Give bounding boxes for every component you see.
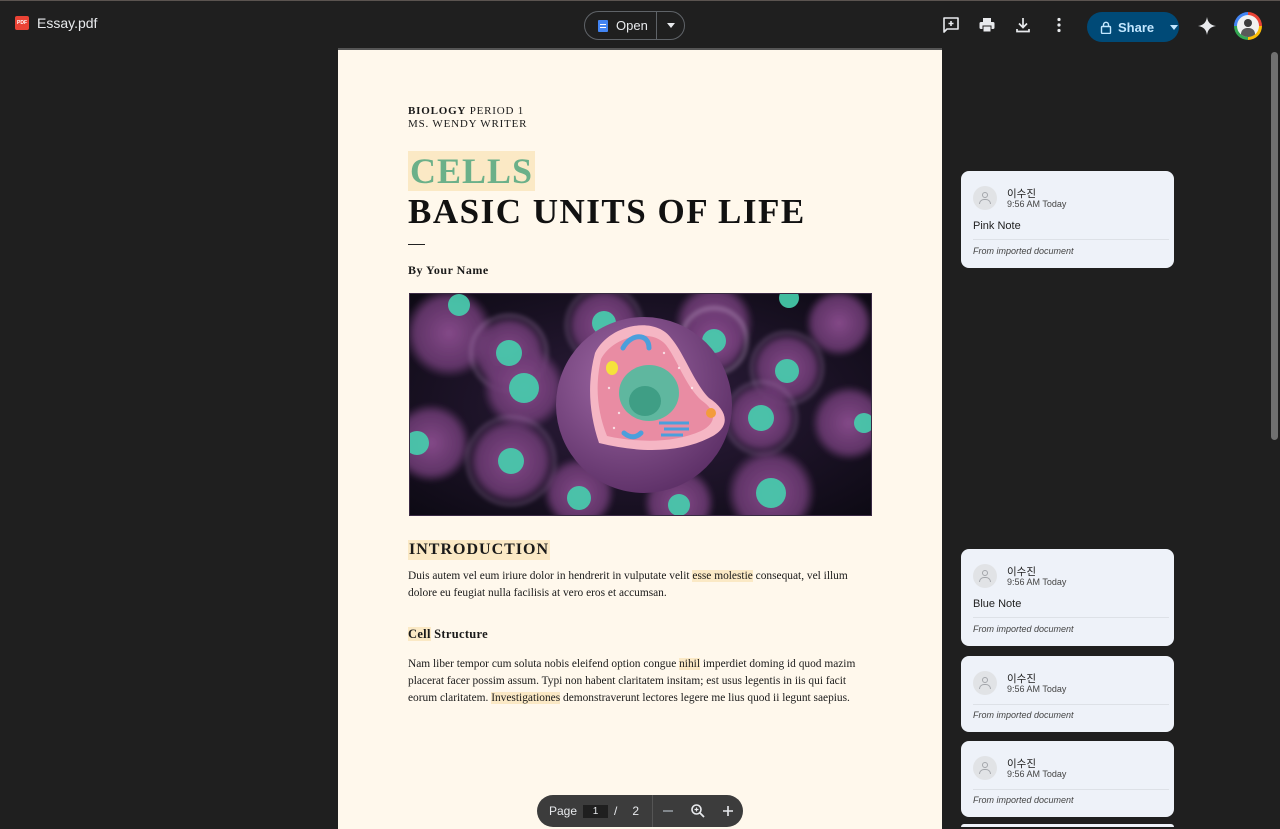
gemini-button[interactable] bbox=[1197, 16, 1217, 36]
comment-body: Pink Note bbox=[973, 220, 1021, 232]
comment-time: 9:56 AM Today bbox=[1007, 684, 1067, 694]
account-avatar[interactable] bbox=[1234, 12, 1262, 40]
comment-footer: From imported document bbox=[973, 710, 1074, 720]
comment-body: Blue Note bbox=[973, 598, 1022, 610]
zoom-icon bbox=[691, 804, 705, 818]
open-button[interactable]: Open bbox=[585, 12, 657, 39]
teacher-name: MS. WENDY WRITER bbox=[408, 118, 528, 130]
print-button[interactable] bbox=[977, 15, 997, 35]
download-icon bbox=[1016, 18, 1030, 33]
comment-card[interactable]: 이수진 9:56 AM Today Blue Note From importe… bbox=[961, 549, 1174, 646]
pdf-file-icon: PDF bbox=[15, 16, 29, 30]
vertical-scrollbar[interactable] bbox=[1271, 52, 1278, 440]
page-title: BASIC UNITS OF LIFE bbox=[408, 192, 806, 231]
highlight-nihil[interactable]: nihil bbox=[679, 658, 700, 670]
comment-divider bbox=[973, 789, 1169, 790]
pdf-page: BIOLOGY PERIOD 1 MS. WENDY WRITER CELLS … bbox=[338, 48, 942, 829]
comment-time: 9:56 AM Today bbox=[1007, 199, 1067, 209]
title-divider bbox=[408, 244, 425, 245]
lock-icon bbox=[1100, 21, 1112, 34]
person-icon bbox=[973, 671, 997, 695]
class-info: BIOLOGY PERIOD 1 MS. WENDY WRITER bbox=[408, 105, 527, 131]
page-total: 2 bbox=[632, 804, 640, 818]
file-name: Essay.pdf bbox=[37, 15, 98, 31]
highlight-esse-molestie[interactable]: esse molestie bbox=[692, 570, 753, 582]
comment-footer: From imported document bbox=[973, 624, 1074, 634]
print-icon bbox=[979, 18, 995, 33]
person-icon bbox=[973, 756, 997, 780]
byline: By Your Name bbox=[408, 263, 489, 277]
comment-footer: From imported document bbox=[973, 246, 1074, 256]
intro-text: Duis autem vel eum iriure dolor in hendr… bbox=[408, 570, 693, 582]
cell-illustration bbox=[409, 293, 872, 516]
gemini-sparkle-icon bbox=[1198, 17, 1216, 35]
cell-structure-paragraph: Nam liber tempor cum soluta nobis eleife… bbox=[408, 656, 873, 707]
page-label: Page bbox=[549, 804, 578, 818]
zoom-out-button[interactable] bbox=[653, 795, 683, 827]
introduction-heading: INTRODUCTION bbox=[408, 540, 551, 560]
share-button[interactable]: Share bbox=[1087, 12, 1179, 42]
google-docs-icon bbox=[598, 19, 608, 32]
share-label: Share bbox=[1118, 19, 1155, 35]
open-with-group: Open bbox=[584, 11, 685, 40]
comment-footer: From imported document bbox=[973, 795, 1074, 805]
comment-time: 9:56 AM Today bbox=[1007, 577, 1067, 587]
comment-divider bbox=[973, 239, 1169, 240]
body-text: demonstraverunt lectores legere me lius … bbox=[560, 692, 850, 704]
page-number-input[interactable]: 1 bbox=[583, 804, 609, 818]
highlight-cell[interactable]: Cell bbox=[408, 627, 431, 641]
zoom-in-button[interactable] bbox=[713, 795, 743, 827]
caret-down-icon bbox=[1169, 24, 1178, 30]
top-bar: PDF Essay.pdf Open Share bbox=[0, 0, 1280, 48]
period: PERIOD 1 bbox=[466, 105, 525, 117]
avatar-image bbox=[1237, 15, 1259, 37]
zoom-fit-button[interactable] bbox=[683, 795, 713, 827]
add-comment-button[interactable] bbox=[941, 15, 961, 35]
highlight-investigationes[interactable]: Investigationes bbox=[491, 692, 561, 704]
subject: BIOLOGY bbox=[408, 105, 467, 117]
comment-divider bbox=[973, 617, 1169, 618]
share-dropdown-button[interactable] bbox=[1168, 24, 1179, 30]
heading-text: Structure bbox=[430, 627, 489, 641]
intro-paragraph: Duis autem vel eum iriure dolor in hendr… bbox=[408, 568, 873, 602]
comment-divider bbox=[973, 704, 1169, 705]
page-controls: Page 1 / 2 bbox=[537, 795, 743, 827]
add-comment-icon bbox=[943, 17, 959, 33]
person-icon bbox=[973, 186, 997, 210]
share-main[interactable]: Share bbox=[1087, 20, 1168, 35]
person-icon bbox=[973, 564, 997, 588]
minus-icon bbox=[663, 810, 674, 812]
open-label: Open bbox=[616, 18, 648, 33]
comment-card[interactable]: 이수진 9:56 AM Today Pink Note From importe… bbox=[961, 171, 1174, 268]
open-with-dropdown-button[interactable] bbox=[657, 23, 684, 28]
more-vert-icon bbox=[1057, 17, 1061, 33]
cell-structure-heading: Cell Structure bbox=[408, 627, 488, 642]
body-text: Nam liber tempor cum soluta nobis eleife… bbox=[408, 658, 680, 670]
file-title: PDF Essay.pdf bbox=[15, 15, 97, 31]
page-separator: / bbox=[614, 804, 618, 818]
comment-card[interactable]: 이수진 9:56 AM Today From imported document bbox=[961, 741, 1174, 817]
comment-time: 9:56 AM Today bbox=[1007, 769, 1067, 779]
more-options-button[interactable] bbox=[1049, 15, 1069, 35]
title-highlight: CELLS bbox=[408, 151, 536, 191]
download-button[interactable] bbox=[1013, 15, 1033, 35]
caret-down-icon bbox=[666, 23, 675, 28]
comment-card[interactable]: 이수진 9:56 AM Today From imported document bbox=[961, 656, 1174, 732]
plus-icon bbox=[723, 806, 733, 816]
